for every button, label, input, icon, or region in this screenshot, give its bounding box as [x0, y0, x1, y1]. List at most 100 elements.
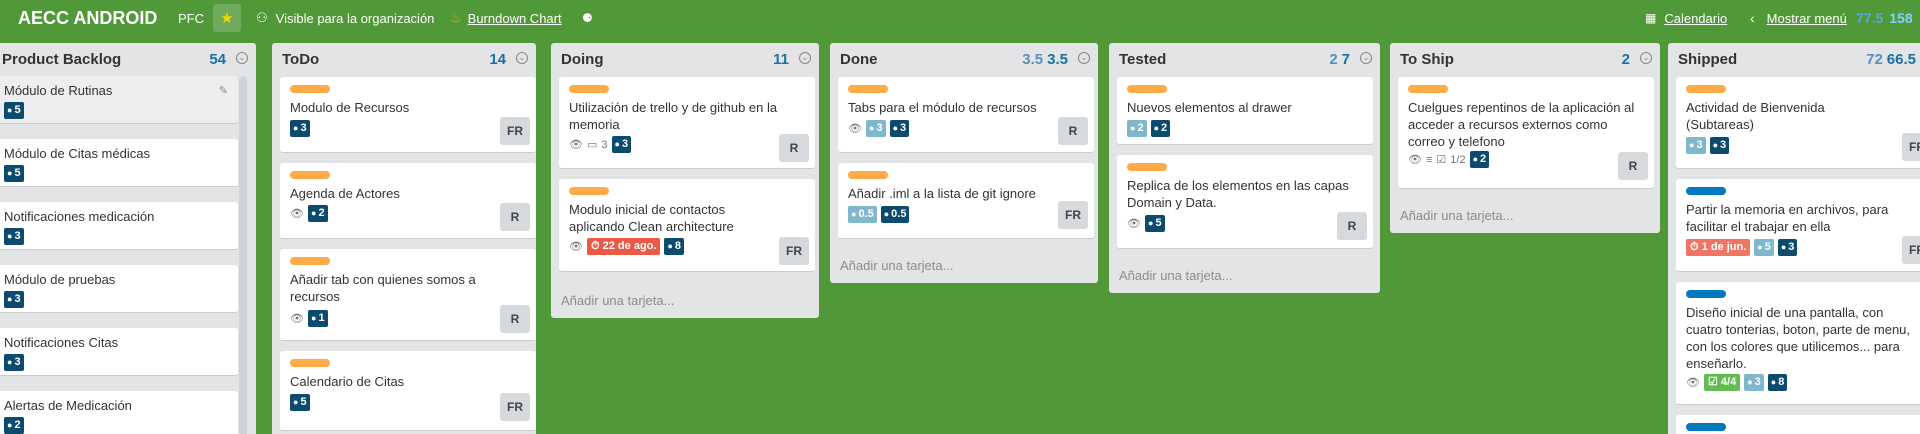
- visibility-button[interactable]: ⚇ Visible para la organización: [256, 0, 434, 36]
- points-value: 2: [1480, 153, 1487, 165]
- list-title[interactable]: To Ship: [1400, 51, 1454, 68]
- card[interactable]: Nuevos elementos al drawer ● 2 ● 2: [1117, 77, 1373, 145]
- card[interactable]: [1676, 415, 1920, 434]
- list-title[interactable]: ToDo: [282, 51, 319, 68]
- card[interactable]: Notificaciones Citas ● 3: [0, 328, 238, 376]
- burndown-button[interactable]: ♨ Burndown Chart: [450, 0, 562, 36]
- card[interactable]: Modulo inicial de contactos aplicando Cl…: [559, 179, 815, 272]
- list-menu-icon[interactable]: ⌄: [236, 52, 248, 64]
- eye-icon: 👁: [1127, 218, 1141, 230]
- card[interactable]: Módulo de pruebas ● 3: [0, 265, 238, 313]
- avatar[interactable]: FR: [779, 237, 809, 265]
- card[interactable]: Modulo de Recursos ● 3 FR: [280, 77, 536, 153]
- list-menu-icon[interactable]: ⌄: [799, 52, 811, 64]
- card[interactable]: Tabs para el módulo de recursos 👁 ● 3 ● 3 R: [838, 77, 1094, 153]
- list-menu-icon[interactable]: ⌄: [1640, 52, 1652, 64]
- estimate-badge: ● 3: [1744, 374, 1764, 391]
- avatar[interactable]: R: [1618, 152, 1648, 180]
- star-icon[interactable]: ★: [213, 4, 241, 32]
- flame-icon: ♨: [450, 10, 462, 25]
- list-scrollbar[interactable]: [239, 76, 247, 434]
- card[interactable]: Módulo de Rutinas ✎ ● 5: [0, 76, 238, 124]
- label-orange: [1408, 85, 1448, 93]
- card[interactable]: Módulo de Citas médicas ● 5: [0, 139, 238, 187]
- avatar[interactable]: FR: [1902, 236, 1920, 264]
- add-card-button[interactable]: Añadir una tarjeta...: [1400, 208, 1513, 223]
- list-todo: ToDo 14 ⌄ Modulo de Recursos ● 3 FR Agend…: [272, 43, 536, 434]
- list-menu-icon[interactable]: ⌄: [516, 52, 528, 64]
- bulb-icon: ●: [667, 241, 673, 251]
- eye-icon: 👁: [569, 241, 583, 253]
- list-header: Tested 27 ⌄: [1109, 43, 1380, 73]
- bulb-icon: ●: [851, 209, 857, 219]
- card[interactable]: Utilización de trello y de github en la …: [559, 77, 815, 169]
- card[interactable]: Notificaciones medicación ● 3: [0, 202, 238, 250]
- due-date-badge: ⏱ 1 de jun.: [1686, 239, 1751, 256]
- avatar[interactable]: FR: [1058, 201, 1088, 229]
- calendar-button[interactable]: ▦ Calendario: [1645, 0, 1727, 36]
- avatar[interactable]: R: [1058, 117, 1088, 145]
- add-card-button[interactable]: Añadir una tarjeta...: [561, 293, 674, 308]
- card[interactable]: Añadir .iml a la lista de git ignore ● 0.…: [838, 163, 1094, 239]
- card[interactable]: Alertas de Medicación ● 2: [0, 391, 238, 434]
- bulb-icon: ●: [1747, 377, 1753, 387]
- list-points: 54: [209, 51, 226, 68]
- bulb-icon: ●: [883, 209, 890, 219]
- card-title: Modulo de Recursos: [290, 100, 410, 115]
- card[interactable]: Cuelgues repentinos de la aplicación al …: [1398, 77, 1654, 189]
- board-org[interactable]: PFC: [178, 0, 204, 36]
- card-badges: 👁 ● 1: [290, 310, 328, 327]
- points-badge: ● 8: [1767, 374, 1788, 391]
- board-title[interactable]: AECC ANDROID: [18, 0, 157, 36]
- list-title[interactable]: Product Backlog: [2, 51, 121, 68]
- list-done: Done 3.5 3.5 ⌄ Tabs para el módulo de rec…: [830, 43, 1098, 283]
- avatar[interactable]: R: [1337, 212, 1367, 240]
- card[interactable]: Replica de los elementos en las capas Do…: [1117, 155, 1373, 249]
- description-icon: ≡: [1426, 153, 1433, 166]
- card-title: Notificaciones medicación: [4, 209, 155, 224]
- list-title[interactable]: Shipped: [1678, 51, 1737, 68]
- list-header: Doing 11 ⌄: [551, 43, 819, 73]
- card[interactable]: Partir la memoria en archivos, para faci…: [1676, 179, 1920, 272]
- label-orange: [1127, 163, 1167, 171]
- card-title: Tabs para el módulo de recursos: [848, 100, 1037, 115]
- board-points: 77.5 158: [1856, 0, 1913, 36]
- avatar[interactable]: R: [500, 203, 530, 231]
- add-card-button[interactable]: Añadir una tarjeta...: [840, 258, 953, 273]
- card[interactable]: Diseño inicial de una pantalla, con cuat…: [1676, 282, 1920, 405]
- avatar[interactable]: R: [500, 305, 530, 333]
- pencil-icon[interactable]: ✎: [219, 84, 228, 97]
- calendar-label: Calendario: [1664, 10, 1728, 26]
- avatar[interactable]: FR: [1902, 133, 1920, 161]
- card[interactable]: Calendario de Citas ● 5 FR: [280, 351, 536, 431]
- bulb-icon: ●: [869, 123, 875, 133]
- avatar[interactable]: R: [779, 134, 809, 162]
- add-card-button[interactable]: Añadir una tarjeta...: [1119, 268, 1232, 283]
- points-badge: ● 0.5: [880, 206, 910, 223]
- estimate-badge: ● 0.5: [848, 206, 877, 223]
- show-menu-button[interactable]: ‹ Mostrar menú: [1750, 0, 1847, 36]
- list-menu-icon[interactable]: ⌄: [1078, 52, 1090, 64]
- avatar[interactable]: FR: [500, 393, 530, 421]
- card-badges: ● 3 ● 3: [1686, 137, 1730, 154]
- extension-icon[interactable]: ⚈: [582, 0, 593, 36]
- list-title[interactable]: Done: [840, 51, 878, 68]
- list-title[interactable]: Doing: [561, 51, 604, 68]
- list-menu-icon[interactable]: ⌄: [1360, 52, 1372, 64]
- bulb-icon: ●: [1712, 140, 1718, 150]
- label-orange: [848, 85, 888, 93]
- bulb-icon: ●: [1472, 154, 1479, 164]
- avatar[interactable]: FR: [500, 117, 530, 145]
- points-badge: ● 5: [4, 102, 24, 119]
- card[interactable]: Actividad de Bienvenida (Subtareas) ● 3 ● 3…: [1676, 77, 1920, 169]
- card[interactable]: Añadir tab con quienes somos a recursos …: [280, 249, 536, 341]
- board-points-a: 77.5: [1856, 10, 1884, 26]
- card-title: Alertas de Medicación: [4, 398, 132, 413]
- card[interactable]: Agenda de Actores 👁 ● 2 R: [280, 163, 536, 239]
- bulb-icon: ●: [1689, 140, 1695, 150]
- label-orange: [848, 171, 888, 179]
- board-header: AECC ANDROID PFC ★ ⚇ Visible para la orga…: [0, 0, 1920, 36]
- list-title[interactable]: Tested: [1119, 51, 1166, 68]
- points-badge: ● 3: [4, 228, 24, 245]
- card-badges: 👁 ⏱ 22 de ago. ● 8: [569, 238, 684, 255]
